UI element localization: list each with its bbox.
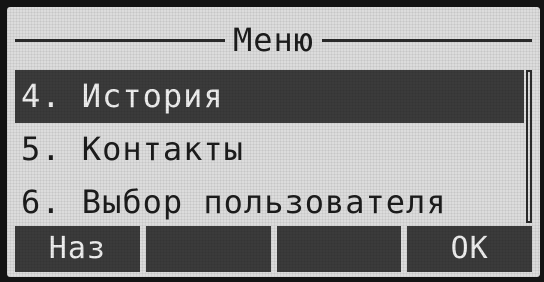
softkey-2[interactable] [145, 226, 271, 272]
title-bar: Меню [15, 17, 532, 63]
menu-item-contacts[interactable]: 5. Контакты [15, 123, 524, 176]
menu-list: 4. История 5. Контакты 6. Выбор пользова… [15, 70, 524, 230]
page-title: Меню [232, 21, 315, 59]
menu-item-history[interactable]: 4. История [15, 70, 524, 123]
title-divider-right [322, 38, 532, 42]
back-softkey[interactable]: Наз [15, 226, 140, 272]
lcd-screen: Меню 4. История 5. Контакты 6. Выбор пол… [7, 7, 540, 277]
menu-item-user-selection[interactable]: 6. Выбор пользователя [15, 176, 524, 229]
softkey-3[interactable] [276, 226, 402, 272]
softkey-bar: Наз ОК [15, 226, 532, 272]
title-divider-left [15, 38, 225, 42]
scrollbar[interactable] [526, 70, 532, 223]
ok-softkey[interactable]: ОК [407, 226, 532, 272]
